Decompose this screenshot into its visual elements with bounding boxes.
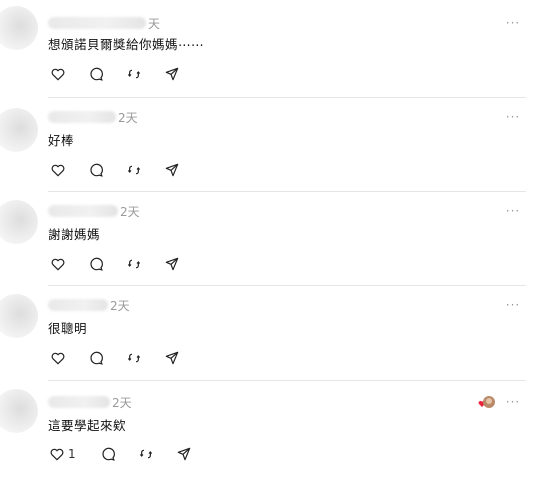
- reply-text: 謝謝媽媽: [48, 227, 101, 242]
- username-redacted[interactable]: [48, 17, 146, 29]
- like-button[interactable]: [48, 254, 68, 274]
- reply-header: 2天: [48, 108, 138, 126]
- repost-icon: [127, 69, 141, 79]
- username-redacted[interactable]: [48, 299, 108, 311]
- reply-time: 2天: [120, 204, 140, 219]
- repost-button[interactable]: [136, 444, 156, 464]
- username-redacted[interactable]: [48, 205, 118, 217]
- heart-icon: [51, 352, 65, 365]
- reply-header: 2天: [48, 296, 130, 314]
- like-button[interactable]: [48, 160, 68, 180]
- share-button[interactable]: [162, 254, 182, 274]
- more-options-button[interactable]: ···: [504, 111, 522, 124]
- comment-icon: [90, 257, 103, 271]
- reply-time: 天: [148, 16, 161, 31]
- comment-button[interactable]: [86, 254, 106, 274]
- comment-icon: [90, 67, 103, 81]
- share-button[interactable]: [162, 64, 182, 84]
- like-button[interactable]: [48, 348, 68, 368]
- more-options-button[interactable]: ···: [504, 396, 522, 409]
- avatar[interactable]: [0, 389, 38, 433]
- reply-header: 2天: [48, 202, 140, 220]
- username-redacted[interactable]: [48, 111, 116, 123]
- avatar[interactable]: [0, 294, 38, 338]
- reply-item: 天 ··· 想頒諾貝爾獎給你媽媽⋯⋯: [0, 0, 542, 97]
- avatar[interactable]: [0, 200, 38, 244]
- heart-icon: [51, 258, 65, 271]
- reply-text: 很聰明: [48, 321, 88, 336]
- repost-icon: [139, 449, 152, 459]
- share-button[interactable]: [162, 160, 182, 180]
- share-icon: [165, 351, 179, 365]
- like-button[interactable]: [48, 64, 68, 84]
- share-icon: [165, 67, 179, 81]
- comment-button[interactable]: [86, 64, 106, 84]
- action-bar: 1: [48, 444, 212, 464]
- repost-icon: [127, 165, 141, 175]
- action-bar: [48, 254, 200, 274]
- reply-text: 好棒: [48, 133, 75, 148]
- repost-button[interactable]: [124, 254, 144, 274]
- reply-item: 2天 ··· 謝謝媽媽: [0, 192, 542, 285]
- more-options-button[interactable]: ···: [504, 299, 522, 312]
- reply-text: 想頒諾貝爾獎給你媽媽⋯⋯: [48, 37, 205, 52]
- username-redacted[interactable]: [48, 396, 110, 408]
- reply-time: 2天: [118, 110, 138, 125]
- heart-icon: [50, 448, 64, 461]
- repost-icon: [127, 259, 141, 269]
- more-options-button[interactable]: ···: [504, 17, 522, 30]
- reply-item: 2天 ··· 這要學起來欸 1: [0, 381, 542, 478]
- share-button[interactable]: [162, 348, 182, 368]
- comment-button[interactable]: [86, 160, 106, 180]
- action-bar: [48, 64, 200, 84]
- reply-header: 2天: [48, 393, 132, 411]
- repost-button[interactable]: [124, 64, 144, 84]
- repost-button[interactable]: [124, 348, 144, 368]
- reply-text: 這要學起來欸: [48, 418, 127, 433]
- comment-button[interactable]: [98, 444, 118, 464]
- comment-button[interactable]: [86, 348, 106, 368]
- reply-item: 2天 ··· 好棒: [0, 98, 542, 191]
- reply-time: 2天: [110, 298, 130, 313]
- avatar[interactable]: [0, 108, 38, 152]
- repost-icon: [127, 353, 141, 363]
- action-bar: [48, 160, 200, 180]
- share-icon: [165, 163, 179, 177]
- heart-icon: [51, 164, 65, 177]
- share-icon: [165, 257, 179, 271]
- repost-button[interactable]: [124, 160, 144, 180]
- comment-icon: [90, 351, 103, 365]
- comment-icon: [90, 163, 103, 177]
- liked-by-author-icon: [478, 396, 495, 408]
- like-button[interactable]: [48, 444, 66, 464]
- reply-header: 天: [48, 14, 160, 32]
- heart-icon: [51, 68, 65, 81]
- share-icon: [177, 447, 190, 461]
- comment-icon: [102, 447, 115, 461]
- share-button[interactable]: [174, 444, 194, 464]
- action-bar: [48, 348, 200, 368]
- reply-item: 2天 ··· 很聰明: [0, 286, 542, 380]
- avatar[interactable]: [0, 6, 38, 50]
- reply-time: 2天: [112, 395, 132, 410]
- like-count: 1: [68, 447, 76, 461]
- more-options-button[interactable]: ···: [504, 205, 522, 218]
